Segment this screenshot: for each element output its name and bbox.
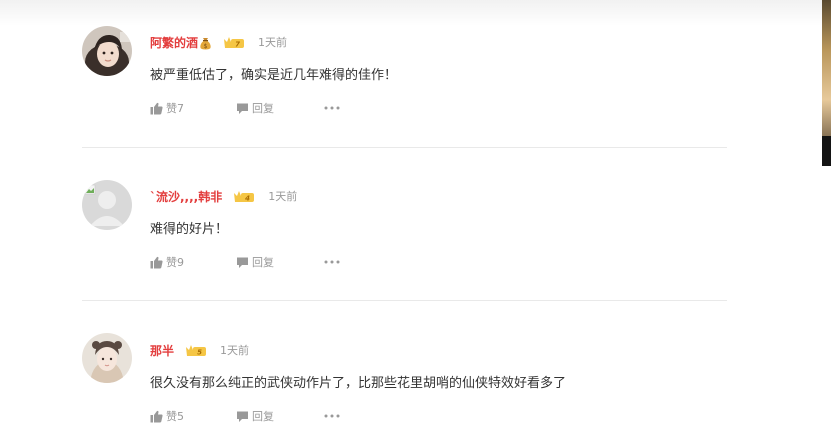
speech-bubble-icon — [237, 411, 248, 422]
more-button[interactable] — [324, 106, 344, 110]
more-button[interactable] — [324, 414, 344, 418]
reply-button[interactable]: 回复 — [236, 254, 324, 270]
level-badge-icon: 4 — [233, 189, 255, 203]
avatar[interactable] — [82, 333, 132, 383]
comment-time: 1天前 — [220, 344, 250, 357]
more-dots-icon — [324, 414, 340, 418]
comment-divider — [82, 300, 727, 301]
thumb-up-icon — [150, 256, 163, 268]
reply-label: 回复 — [252, 102, 274, 115]
reply-label: 回复 — [252, 410, 274, 423]
comment-actions: 赞7 回复 — [150, 100, 344, 116]
svg-text:$: $ — [204, 43, 208, 50]
level-badge-icon: 5 — [185, 343, 207, 357]
comment-meta: `流沙,,,,韩非 4 1天前 — [150, 186, 297, 206]
level-badge-icon: 7 — [223, 35, 245, 49]
username[interactable]: 阿繁的酒 — [150, 34, 198, 51]
comment-meta: 那半 5 1天前 — [150, 340, 249, 360]
reply-button[interactable]: 回复 — [236, 408, 324, 424]
more-dots-icon — [324, 260, 340, 264]
like-count: 赞9 — [166, 256, 184, 269]
top-shadow — [0, 0, 831, 26]
avatar[interactable] — [82, 26, 132, 76]
speech-bubble-icon — [237, 103, 248, 114]
side-image-edge-dark — [822, 136, 831, 166]
reply-button[interactable]: 回复 — [236, 100, 324, 116]
username[interactable]: `流沙,,,,韩非 — [150, 188, 222, 205]
more-dots-icon — [324, 106, 340, 110]
like-button[interactable]: 赞5 — [150, 408, 236, 424]
comment-text: 很久没有那么纯正的武侠动作片了，比那些花里胡哨的仙侠特效好看多了 — [150, 376, 567, 391]
comment-time: 1天前 — [258, 36, 288, 49]
username[interactable]: 那半 — [150, 342, 174, 359]
comment-meta: 阿繁的酒 $ 7 1天前 — [150, 32, 287, 52]
comment-divider — [82, 147, 727, 148]
like-button[interactable]: 赞7 — [150, 100, 236, 116]
thumb-up-icon — [150, 102, 163, 114]
svg-text:7: 7 — [235, 41, 240, 49]
comment-text: 难得的好片！ — [150, 222, 229, 237]
svg-text:4: 4 — [245, 195, 250, 203]
like-count: 赞7 — [166, 102, 184, 115]
speech-bubble-icon — [237, 257, 248, 268]
comment-actions: 赞9 回复 — [150, 254, 344, 270]
comment-time: 1天前 — [268, 190, 298, 203]
thumb-up-icon — [150, 410, 163, 422]
money-bag-icon: $ — [199, 35, 212, 50]
like-count: 赞5 — [166, 410, 184, 423]
reply-label: 回复 — [252, 256, 274, 269]
comment-text: 被严重低估了，确实是近几年难得的佳作！ — [150, 68, 398, 83]
avatar[interactable] — [82, 180, 132, 230]
more-button[interactable] — [324, 260, 344, 264]
comment-actions: 赞5 回复 — [150, 408, 344, 424]
like-button[interactable]: 赞9 — [150, 254, 236, 270]
svg-text:5: 5 — [197, 349, 202, 357]
